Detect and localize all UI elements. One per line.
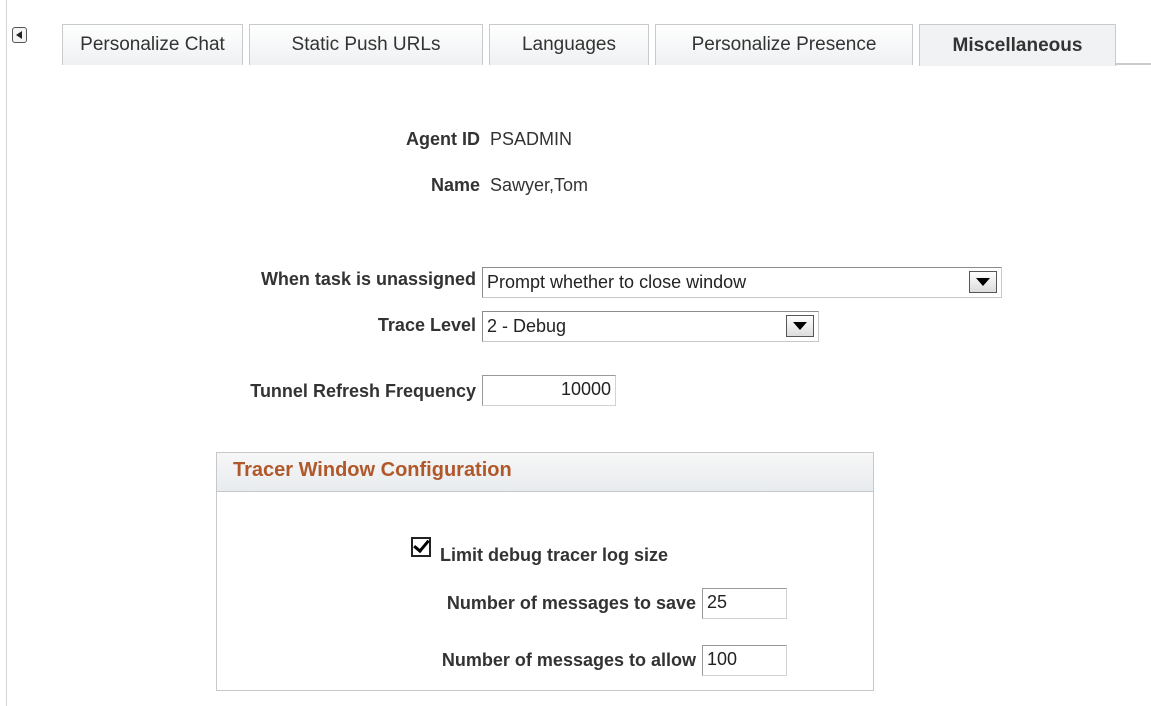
tab-languages[interactable]: Languages — [489, 24, 649, 65]
messages-save-input[interactable]: 25 — [702, 588, 787, 619]
tracer-window-header: Tracer Window Configuration — [217, 453, 873, 492]
tab-label: Personalize Presence — [691, 34, 877, 55]
arrow-left-icon[interactable] — [12, 27, 27, 43]
tab-personalize-presence[interactable]: Personalize Presence — [655, 24, 913, 65]
tab-personalize-chat[interactable]: Personalize Chat — [62, 24, 243, 65]
tab-static-push-urls[interactable]: Static Push URLs — [249, 24, 483, 65]
chevron-down-icon[interactable] — [786, 315, 814, 337]
messages-allow-label: Number of messages to allow — [441, 650, 696, 670]
trace-level-select-value: 2 - Debug — [487, 316, 567, 336]
tab-label: Static Push URLs — [291, 34, 441, 55]
unassigned-select-value: Prompt whether to close window — [487, 272, 747, 292]
messages-allow-input[interactable]: 100 — [702, 645, 787, 676]
trace-level-select[interactable]: 2 - Debug — [482, 311, 819, 342]
unassigned-select[interactable]: Prompt whether to close window — [482, 267, 1002, 298]
limit-log-checkbox[interactable] — [411, 537, 431, 557]
agent-id-value: PSADMIN — [490, 129, 573, 149]
tracer-window-title: Tracer Window Configuration — [233, 459, 512, 481]
chevron-down-icon[interactable] — [969, 271, 997, 293]
unassigned-label: When task is unassigned — [260, 269, 476, 289]
tunnel-refresh-input[interactable]: 10000 — [482, 375, 616, 406]
tunnel-refresh-label: Tunnel Refresh Frequency — [250, 381, 476, 401]
trace-level-label: Trace Level — [377, 315, 476, 335]
limit-log-label: Limit debug tracer log size — [440, 545, 669, 565]
tab-strip-line — [1116, 63, 1151, 65]
tab-miscellaneous[interactable]: Miscellaneous — [919, 24, 1116, 66]
agent-name-label: Name — [430, 175, 480, 195]
tab-label: Personalize Chat — [80, 34, 225, 55]
tab-label: Languages — [521, 34, 617, 55]
agent-id-label: Agent ID — [406, 129, 480, 149]
agent-name-value: Sawyer,Tom — [490, 175, 589, 195]
tab-label: Miscellaneous — [952, 34, 1083, 56]
page-left-border — [6, 0, 7, 706]
messages-save-label: Number of messages to save — [446, 593, 696, 613]
